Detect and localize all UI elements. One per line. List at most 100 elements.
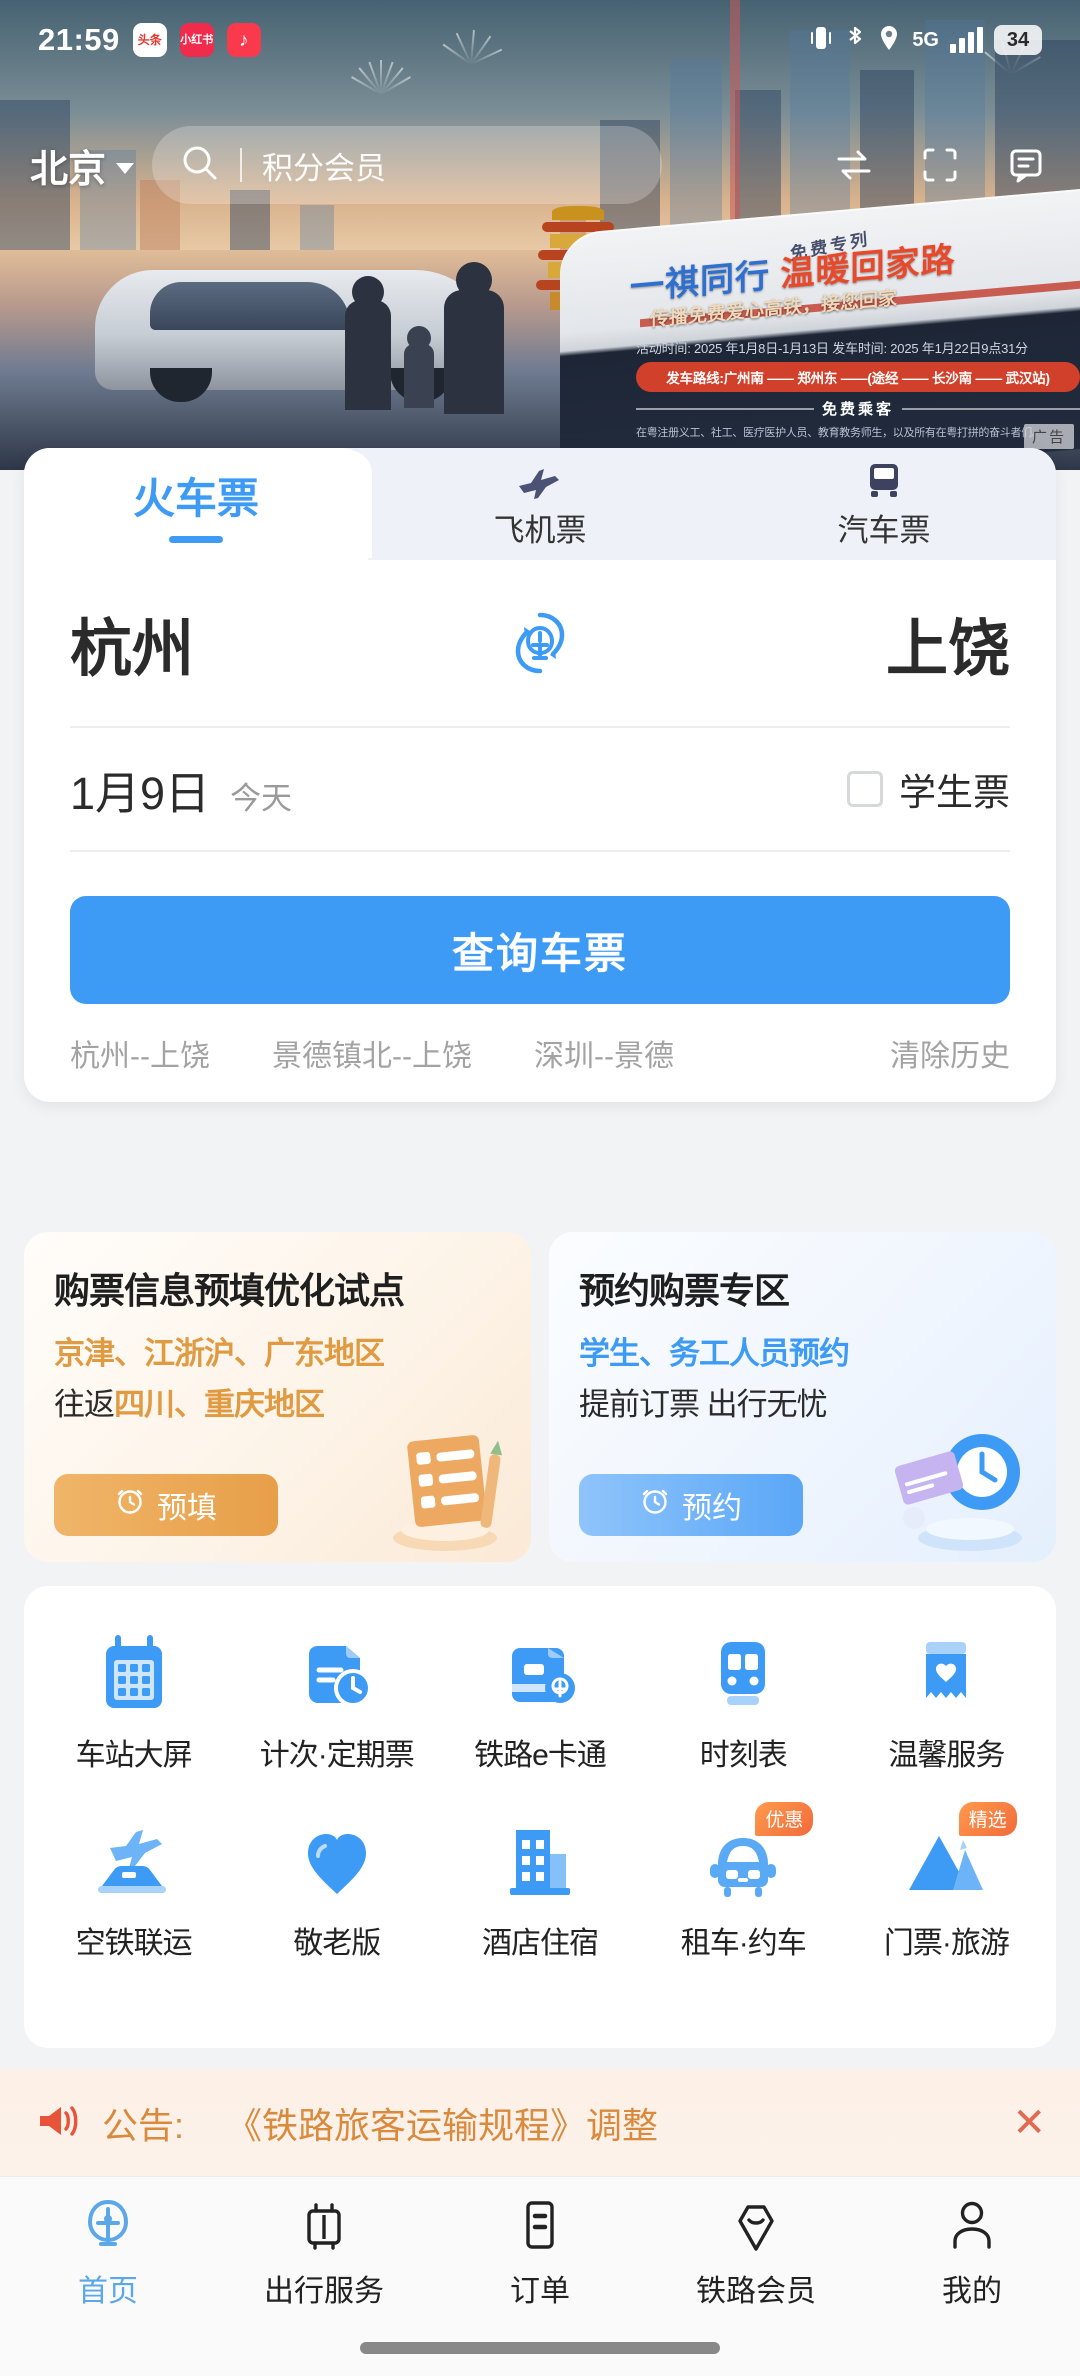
service-label: 租车·约车 [680,1927,807,1960]
tab-bus-tickets[interactable]: 汽车票 [712,448,1056,560]
service-item-timetable[interactable]: 时刻表 [642,1620,845,1774]
search-tickets-button[interactable]: 查询车票 [70,896,1010,1004]
service-item-e-card[interactable]: 铁路e卡通 [438,1620,641,1774]
service-item-elder-version[interactable]: 敬老版 [235,1808,438,1962]
history-item[interactable]: 杭州--上饶 [70,1031,210,1075]
checklist-art [353,1402,513,1552]
service-item-car-rental[interactable]: 优惠 租车·约车 [642,1802,845,1962]
reservation-button-label: 预约 [682,1492,742,1525]
service-label: 时刻表 [699,1739,788,1772]
announcement-bar[interactable]: 公告: 《铁路旅客运输规程》调整 ✕ [0,2070,1080,2176]
nav-item-orders[interactable]: 订单 [432,2177,648,2329]
speaker-icon [34,2099,82,2148]
featured-badge: 精选 [958,1802,1017,1836]
calendar-board-icon [88,1630,180,1716]
booking-card: 火车票 飞机票 汽车票 杭州 上饶 1月9日 今天 学生票 查询车票 杭州--上… [24,448,1056,1102]
ticket-clock-icon [291,1630,383,1716]
person-icon [947,2196,997,2256]
location-icon [877,24,901,57]
promo-card-prefill[interactable]: 购票信息预填优化试点 京津、江浙沪、广东地区 往返四川、重庆地区 预填 [24,1232,531,1562]
close-icon[interactable]: ✕ [1012,2100,1046,2146]
history-item[interactable]: 深圳--景德 [534,1031,674,1075]
departure-city[interactable]: 杭州 [70,598,194,688]
promo-line-1: 学生、务工人员预约 [579,1336,850,1371]
vibrate-icon [809,24,833,57]
departure-date: 1月9日 [70,767,211,819]
music-app-icon: ♪ [226,23,261,57]
service-label: 铁路e卡通 [474,1739,607,1772]
service-item-warm-service[interactable]: 温馨服务 [845,1620,1048,1774]
service-label: 空铁联运 [75,1927,193,1960]
nav-label: 订单 [510,2275,570,2308]
heart-service-icon [900,1630,992,1716]
network-type-label: 5G [912,28,939,51]
e-card-icon [494,1630,586,1716]
student-ticket-checkbox[interactable] [847,771,883,807]
bottom-navigation: 首页 出行服务 订单 铁路会员 我的 [0,2176,1080,2376]
swap-railway-icon[interactable] [501,604,579,682]
building [300,205,334,255]
nav-item-profile[interactable]: 我的 [864,2177,1080,2329]
plane-icon [515,459,565,503]
nav-item-railway-member[interactable]: 铁路会员 [648,2177,864,2329]
nav-item-home[interactable]: 首页 [0,2177,216,2329]
tab-train-tickets[interactable]: 火车票 [24,448,368,560]
service-label: 酒店住宿 [482,1927,599,1960]
promo-title: 购票信息预填优化试点 [54,1270,405,1311]
service-item-hotel[interactable]: 酒店住宿 [438,1808,641,1962]
banner-fineprint: 在粤注册义工、社工、医疗医护人员、教育教务师生，以及所有在粤打拼的奋斗者们。 [636,427,1043,439]
service-item-periodic-ticket[interactable]: 计次·定期票 [235,1620,438,1774]
home-indicator [360,2342,720,2354]
reservation-button[interactable]: 预约 [579,1474,803,1536]
announcement-label: 公告: [102,2105,185,2146]
service-item-station-board[interactable]: 车站大屏 [32,1620,235,1774]
discount-badge: 优惠 [755,1802,814,1836]
nav-label: 首页 [78,2275,138,2308]
status-time: 21:59 [38,22,120,57]
person-adult [444,290,504,414]
promo-cards: 购票信息预填优化试点 京津、江浙沪、广东地区 往返四川、重庆地区 预填 预约购票… [24,1232,1056,1562]
service-item-air-rail[interactable]: 空铁联运 [32,1808,235,1962]
service-item-tickets-travel[interactable]: 精选 门票·旅游 [845,1802,1048,1962]
search-bar[interactable]: 积分会员 [152,126,663,204]
search-history: 杭州--上饶 景德镇北--上饶 深圳--景德 清除历史 [70,1004,1010,1102]
service-label: 敬老版 [293,1927,381,1960]
transfer-icon[interactable] [830,141,878,189]
service-grid-row-2: 空铁联运 敬老版 酒店住宿 优惠 租车·约车 精选 门票·旅游 [32,1802,1048,1962]
date-row: 1月9日 今天 学生票 [70,728,1010,852]
clock-icon [115,1486,145,1524]
tab-flight-tickets[interactable]: 飞机票 [368,448,712,560]
city-selector-label: 北京 [30,148,107,191]
ad-tag: 广告 [1023,424,1074,449]
history-item[interactable]: 景德镇北--上饶 [272,1031,472,1075]
scan-icon[interactable] [916,141,964,189]
car-window [150,282,350,330]
service-grid-row-1: 车站大屏 计次·定期票 铁路e卡通 时刻表 温馨服务 [32,1620,1048,1774]
city-selector[interactable]: 北京 [30,138,135,193]
nav-label: 我的 [942,2275,1002,2308]
message-icon[interactable] [1002,141,1050,189]
status-right: 5G 34 [809,24,1042,57]
search-divider [240,148,243,182]
date-picker[interactable]: 1月9日 今天 [70,757,292,822]
booking-body: 杭州 上饶 1月9日 今天 学生票 查询车票 杭州--上饶 景德镇北--上饶 深… [24,560,1056,1102]
search-input[interactable]: 积分会员 [262,143,386,188]
clear-history-button[interactable]: 清除历史 [884,1031,1010,1075]
order-list-icon [516,2196,564,2256]
prefill-button-label: 预填 [157,1492,217,1525]
nav-item-travel-service[interactable]: 出行服务 [216,2177,432,2329]
student-ticket-toggle[interactable]: 学生票 [847,762,1010,816]
clock-icon [640,1486,670,1524]
bus-icon [862,459,906,503]
tab-train-label: 火车票 [132,475,259,522]
promo-card-reservation[interactable]: 预约购票专区 学生、务工人员预约 提前订票 出行无忧 预约 [549,1232,1056,1562]
person-head [407,326,431,350]
arrival-city[interactable]: 上饶 [886,598,1010,688]
hotel-icon [494,1818,586,1904]
person-head [352,276,384,308]
service-label: 计次·定期票 [259,1739,415,1772]
announcement-text[interactable]: 《铁路旅客运输规程》调整 [226,2097,658,2149]
member-diamond-icon [730,2196,782,2256]
service-label: 门票·旅游 [883,1927,1010,1960]
prefill-button[interactable]: 预填 [54,1474,278,1536]
